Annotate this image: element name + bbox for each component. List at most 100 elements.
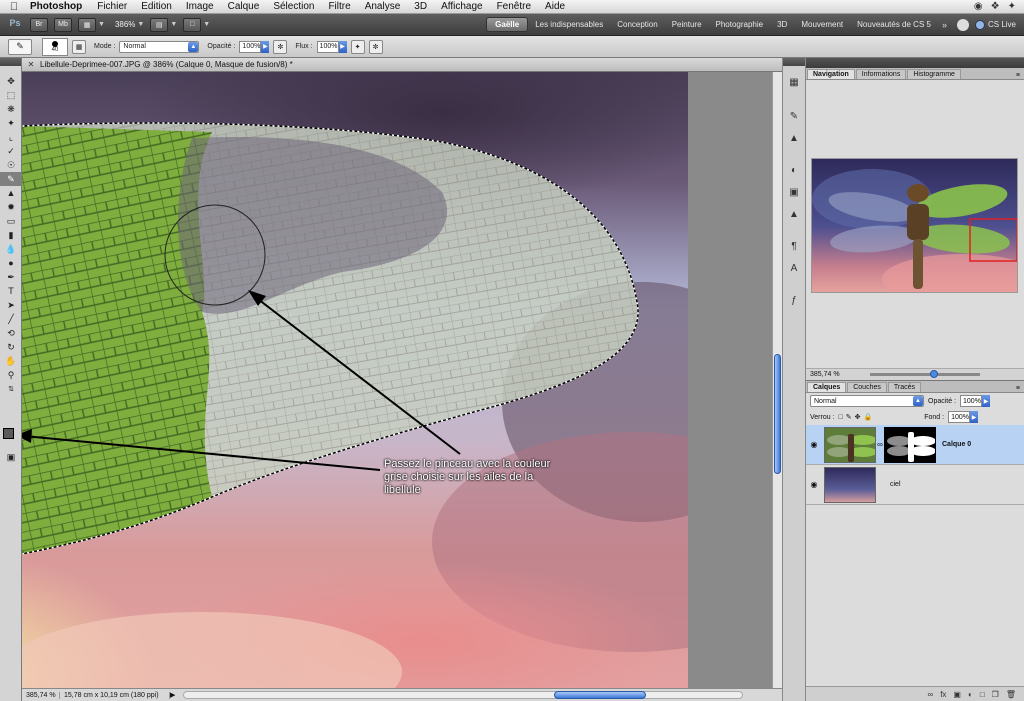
search-help-icon[interactable] [956,18,969,31]
clone-stamp-tool-icon[interactable]: ▲ [0,186,22,200]
status-zoom[interactable]: 385,74 % [22,691,60,699]
marquee-tool-icon[interactable]: ⬚ [0,88,22,102]
gradient-tool-icon[interactable]: ▮ [0,228,22,242]
paragraph-panel-icon[interactable]: ¶ [783,236,805,256]
layer-opacity-dropdown-icon[interactable]: ▶ [982,395,991,407]
workspace-photographie[interactable]: Photographie [709,20,771,29]
menu-app-name[interactable]: Photoshop [28,1,90,12]
apple-menu-icon[interactable]:  [0,1,28,13]
dodge-tool-icon[interactable]: ● [0,256,22,270]
menu-3d[interactable]: 3D [407,1,434,12]
shape-tool-icon[interactable]: ╱ [0,312,22,326]
adjustment-layer-icon[interactable]: ◐ [968,690,973,699]
3d-rotate-tool-icon[interactable]: ⟲ [0,326,22,340]
menu-calque[interactable]: Calque [221,1,267,12]
airbrush-button[interactable]: ✦ [350,39,365,54]
3d-orbit-tool-icon[interactable]: ↻ [0,340,22,354]
eye-icon[interactable]: ◉ [806,440,822,449]
chevron-down-icon[interactable]: ▼ [137,21,144,28]
tools-panel-grip[interactable] [0,58,21,66]
workspace-peinture[interactable]: Peinture [665,20,709,29]
link-layers-icon[interactable]: ∞ [927,690,933,699]
add-mask-icon[interactable]: ▣ [953,690,961,699]
new-layer-icon[interactable]: ❐ [992,690,999,699]
character-panel-icon[interactable]: A [783,258,805,278]
menu-filtre[interactable]: Filtre [321,1,357,12]
move-tool-icon[interactable]: ✥ [0,74,22,88]
vertical-scrollbar[interactable] [772,72,782,688]
workspace-gaelle[interactable]: Gaëlle [486,17,529,32]
close-icon[interactable]: ✕ [26,60,36,70]
history-brush-tool-icon[interactable]: ✹ [0,200,22,214]
actions-panel-icon[interactable]: ƒ [783,290,805,310]
menu-selection[interactable]: Sélection [266,1,321,12]
brush-presets-panel-icon[interactable]: ✎ [783,106,805,126]
vertical-scroll-thumb[interactable] [774,354,781,474]
flow-field[interactable]: 100% [316,40,339,53]
tab-traces[interactable]: Tracés [887,382,922,392]
hand-tool-icon[interactable]: ✋ [0,354,22,368]
document-tab[interactable]: ✕ Libellule-Deprimee-007.JPG @ 386% (Cal… [22,58,782,72]
tab-calques[interactable]: Calques [807,382,847,392]
menu-image[interactable]: Image [179,1,221,12]
arrange-documents-button[interactable]: ▤ [150,17,169,32]
type-tool-icon[interactable]: T [0,284,22,298]
adjustments-panel-icon[interactable]: ◐ [783,160,805,180]
horizontal-scroll-thumb[interactable] [554,691,647,699]
tool-preset-picker[interactable]: ✎ [8,38,32,55]
delete-layer-icon[interactable]: 🗑 [1006,690,1016,699]
layer-row-ciel[interactable]: ◉ ciel [806,465,1024,505]
menu-affichage[interactable]: Affichage [434,1,490,12]
crop-tool-icon[interactable]: ⌞ [0,130,22,144]
opacity-dropdown-icon[interactable]: ▶ [261,40,270,53]
dropbox-icon[interactable]: ❖ [991,1,1000,12]
workspace-conception[interactable]: Conception [610,20,664,29]
layer-thumbnail[interactable] [824,466,876,503]
menu-fichier[interactable]: Fichier [90,1,134,12]
layer-name[interactable]: ciel [890,481,901,488]
fill-dropdown-icon[interactable]: ▶ [970,411,979,423]
chevron-down-icon[interactable]: ▼ [170,21,177,28]
eraser-tool-icon[interactable]: ▭ [0,214,22,228]
panel-dock-header[interactable] [806,58,1024,68]
lock-position-icon[interactable]: ✥ [855,413,861,421]
minibridge-panel-icon[interactable]: ▦ [783,72,805,92]
opacity-field[interactable]: 100% [239,40,262,53]
quick-mask-icon[interactable]: ▣ [0,450,22,464]
quick-selection-tool-icon[interactable]: ✦ [0,116,22,130]
eyedropper-tool-icon[interactable]: ✓ [0,144,22,158]
view-extras-button[interactable]: ▦ [78,17,96,32]
swap-colors-icon[interactable]: ⇅ [0,382,22,396]
bridge-button[interactable]: Br [30,17,48,32]
panel-menu-icon[interactable]: ≡ [1016,72,1020,79]
more-workspaces-button[interactable]: » [938,20,951,30]
pressure-opacity-button[interactable]: ✼ [273,39,288,54]
navigator-thumbnail[interactable] [811,158,1018,293]
bluetooth-icon[interactable]: ✦ [1008,1,1016,12]
path-selection-tool-icon[interactable]: ➤ [0,298,22,312]
layer-mask-thumbnail[interactable] [884,426,936,463]
layer-thumbnail[interactable] [824,426,876,463]
image-canvas[interactable]: Passez le pinceau avec la couleur grise … [22,72,688,688]
screen-mode-button[interactable]: □ [183,17,202,32]
horizontal-scrollbar[interactable] [183,691,744,699]
spot-healing-tool-icon[interactable]: ☉ [0,158,22,172]
masks-panel-icon[interactable]: ▣ [783,182,805,202]
layer-name[interactable]: Calque 0 [942,441,971,448]
fill-field[interactable]: 100% [948,411,971,423]
blur-tool-icon[interactable]: 💧 [0,242,22,256]
lock-transparency-icon[interactable]: □ [839,414,843,421]
menu-aide[interactable]: Aide [538,1,572,12]
link-mask-icon[interactable]: ∞ [876,440,884,449]
creative-cloud-icon[interactable]: ◉ [974,1,983,12]
navigator-zoom-value[interactable]: 385,74 % [806,371,840,378]
workspace-mouvement[interactable]: Mouvement [794,20,850,29]
mode-select[interactable]: Normal ▲ [119,40,200,53]
zoom-tool-icon[interactable]: ⚲ [0,368,22,382]
tab-histogramme[interactable]: Histogramme [907,69,961,79]
eye-icon[interactable]: ◉ [806,480,822,489]
new-group-icon[interactable]: □ [980,690,985,699]
layer-row-calque-0[interactable]: ◉ ∞ Calque 0 [806,425,1024,465]
workspace-3d[interactable]: 3D [770,20,794,29]
dock-grip[interactable] [783,58,805,66]
